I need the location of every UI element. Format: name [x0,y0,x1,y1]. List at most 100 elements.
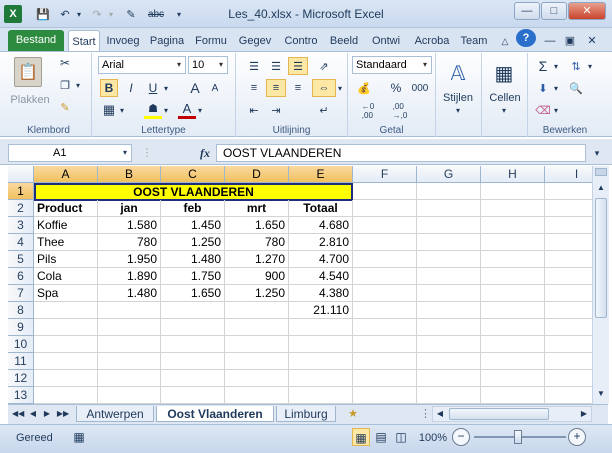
increase-decimal-button[interactable]: ←0 ,00 [354,101,382,121]
grid-cell[interactable] [481,285,545,302]
align-middle-icon[interactable]: ☰ [266,57,286,75]
table-cell[interactable]: Spa [34,285,98,302]
grid-cell[interactable] [289,336,353,353]
align-right-icon[interactable]: ≡ [288,79,308,97]
cell-a2-header[interactable]: Product [34,200,98,217]
font-color-dropdown-icon[interactable]: ▾ [196,101,204,119]
clear-icon[interactable]: ⌫ [534,101,552,119]
table-cell[interactable]: Cola [34,268,98,285]
format-painter-icon[interactable]: ✎ [56,99,74,115]
last-sheet-icon[interactable]: ▶▶ [56,407,70,421]
table-cell[interactable]: 780 [225,234,289,251]
copy-dropdown-icon[interactable]: ▾ [74,77,82,93]
fill-dropdown-icon[interactable]: ▾ [162,101,170,119]
bold-button[interactable]: B [100,79,118,97]
normal-view-icon[interactable]: ▦ [352,428,370,446]
grid-cell[interactable] [353,285,417,302]
column-header-i[interactable]: I [545,166,592,183]
first-sheet-icon[interactable]: ◀◀ [12,407,24,421]
grid-cell[interactable] [353,200,417,217]
grid-cell[interactable] [545,268,592,285]
align-center-icon[interactable]: ≡ [266,79,286,97]
grid-cell[interactable] [481,217,545,234]
next-sheet-icon[interactable]: ▶ [42,407,52,421]
grid-cell[interactable] [161,302,225,319]
autosum-dropdown-icon[interactable]: ▾ [552,57,560,75]
insert-function-button[interactable]: fx [196,144,214,162]
grid-cell[interactable] [289,319,353,336]
grid-cell[interactable] [225,353,289,370]
tab-view[interactable]: Beeld [326,30,362,52]
row-header-7[interactable]: 7 [8,285,34,302]
split-handle-icon[interactable] [595,168,607,176]
grid-cell[interactable] [225,302,289,319]
grid-cell[interactable] [353,319,417,336]
grid-cell[interactable] [417,234,481,251]
font-color-button[interactable]: A [178,101,196,119]
grid-cell[interactable] [417,217,481,234]
tab-developer[interactable]: Ontwi [366,30,406,52]
row-header-4[interactable]: 4 [8,234,34,251]
tab-acrobat[interactable]: Acroba [410,30,454,52]
underline-button[interactable]: U [144,79,162,97]
grid-cell[interactable] [481,268,545,285]
grid-cell[interactable] [161,370,225,387]
grid-cell[interactable] [161,387,225,404]
grid-cell[interactable] [34,319,98,336]
grid-cell[interactable] [545,234,592,251]
grid-cell[interactable] [417,353,481,370]
borders-dropdown-icon[interactable]: ▾ [118,101,126,119]
column-header-h[interactable]: H [481,166,545,183]
cells-icon[interactable]: ▦ [490,59,518,87]
cell-a1-merged-title[interactable]: OOST VLAANDEREN [34,183,353,201]
table-cell[interactable]: 2.810 [289,234,353,251]
find-select-icon[interactable]: 🔍 [566,79,586,97]
table-cell[interactable]: 4.680 [289,217,353,234]
row-header-2[interactable]: 2 [8,200,34,217]
grid-cell[interactable] [161,336,225,353]
shrink-font-button[interactable]: A [206,79,224,97]
grid-cell[interactable] [481,370,545,387]
table-cell[interactable]: 4.700 [289,251,353,268]
grid-cell[interactable] [353,217,417,234]
select-all-button[interactable] [8,166,34,183]
table-cell[interactable]: 1.650 [161,285,225,302]
grid-cell[interactable] [545,285,592,302]
grid-cell[interactable] [353,302,417,319]
row-header-6[interactable]: 6 [8,268,34,285]
table-cell[interactable]: 1.580 [98,217,161,234]
grid-cell[interactable] [98,370,161,387]
grid-cell[interactable] [34,370,98,387]
column-header-b[interactable]: B [98,166,161,183]
table-cell[interactable]: 1.950 [98,251,161,268]
tab-data[interactable]: Gegev [235,30,275,52]
grid-cell[interactable] [481,251,545,268]
cells-dropdown-icon[interactable]: ▾ [498,105,510,115]
column-header-a[interactable]: A [34,166,98,183]
grid-cell[interactable] [481,200,545,217]
grid-cell[interactable] [481,336,545,353]
row-header-10[interactable]: 10 [8,336,34,353]
grid-cell[interactable] [353,183,417,200]
table-cell[interactable]: 1.890 [98,268,161,285]
row-header-12[interactable]: 12 [8,370,34,387]
expand-formula-icon[interactable]: ▾ [588,144,606,162]
grid-cell[interactable] [481,353,545,370]
styles-icon[interactable]: 𝔸 [444,59,472,87]
cell-d2-header[interactable]: mrt [225,200,289,217]
row-header-5[interactable]: 5 [8,251,34,268]
help-icon[interactable]: ? [516,29,536,47]
align-left-icon[interactable]: ≡ [244,79,264,97]
scroll-thumb[interactable] [595,198,607,318]
grid-cell[interactable] [289,353,353,370]
column-header-c[interactable]: C [161,166,225,183]
cut-icon[interactable]: ✂ [56,55,74,71]
scroll-up-icon[interactable]: ▲ [593,180,609,196]
table-cell[interactable]: 4.380 [289,285,353,302]
maximize-button[interactable]: □ [541,2,567,20]
grid-cell[interactable] [34,387,98,404]
percent-button[interactable]: % [388,79,404,97]
decrease-indent-icon[interactable]: ⇤ [244,101,264,119]
table-cell[interactable]: 1.650 [225,217,289,234]
cell-e2-header[interactable]: Totaal [289,200,353,217]
